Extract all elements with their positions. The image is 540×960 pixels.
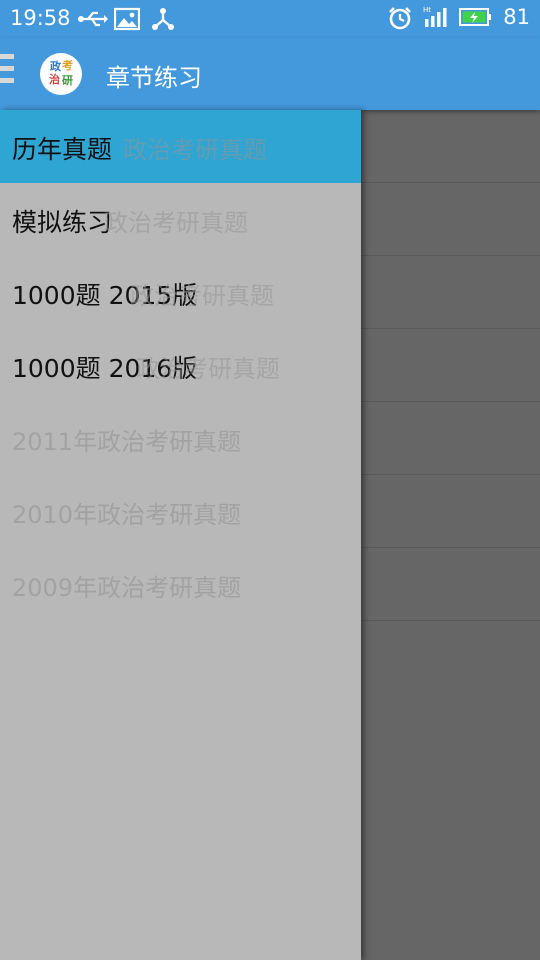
image-icon [113, 7, 141, 31]
status-time: 19:58 [10, 6, 71, 30]
status-bar: 19:58 Ht 81 [0, 0, 540, 38]
drawer-item-1000-2016[interactable]: 1000题 2016版 [0, 329, 361, 402]
battery-icon [459, 5, 493, 29]
logo-char: 考 [62, 59, 73, 72]
logo-char: 研 [62, 74, 73, 87]
drawer-item-label: 模拟练习 [12, 208, 113, 237]
logo-char: 治 [49, 73, 60, 86]
drawer-item-1000-2015[interactable]: 1000题 2015版 [0, 256, 361, 329]
battery-level: 81 [503, 5, 530, 29]
page-title: 章节练习 [106, 64, 202, 92]
logo-char: 政 [50, 60, 61, 73]
app-logo: 政 考 治 研 [40, 53, 82, 95]
share-icon [150, 7, 176, 31]
drawer-item-mock-practice[interactable]: 模拟练习 [0, 183, 361, 256]
navigation-drawer: 历年真题 模拟练习 1000题 2015版 1000题 2016版 [0, 110, 361, 960]
drawer-item-history-exams[interactable]: 历年真题 [0, 110, 361, 183]
usb-icon [78, 7, 108, 31]
svg-text:Ht: Ht [423, 6, 431, 14]
signal-icon: Ht [423, 5, 449, 29]
drawer-item-label: 1000题 2016版 [12, 354, 198, 383]
drawer-item-label: 1000题 2015版 [12, 281, 198, 310]
drawer-item-label: 历年真题 [12, 135, 113, 164]
alarm-icon [387, 5, 413, 30]
app-bar: 政 考 治 研 章节练习 [0, 38, 540, 110]
menu-icon[interactable] [0, 54, 16, 94]
